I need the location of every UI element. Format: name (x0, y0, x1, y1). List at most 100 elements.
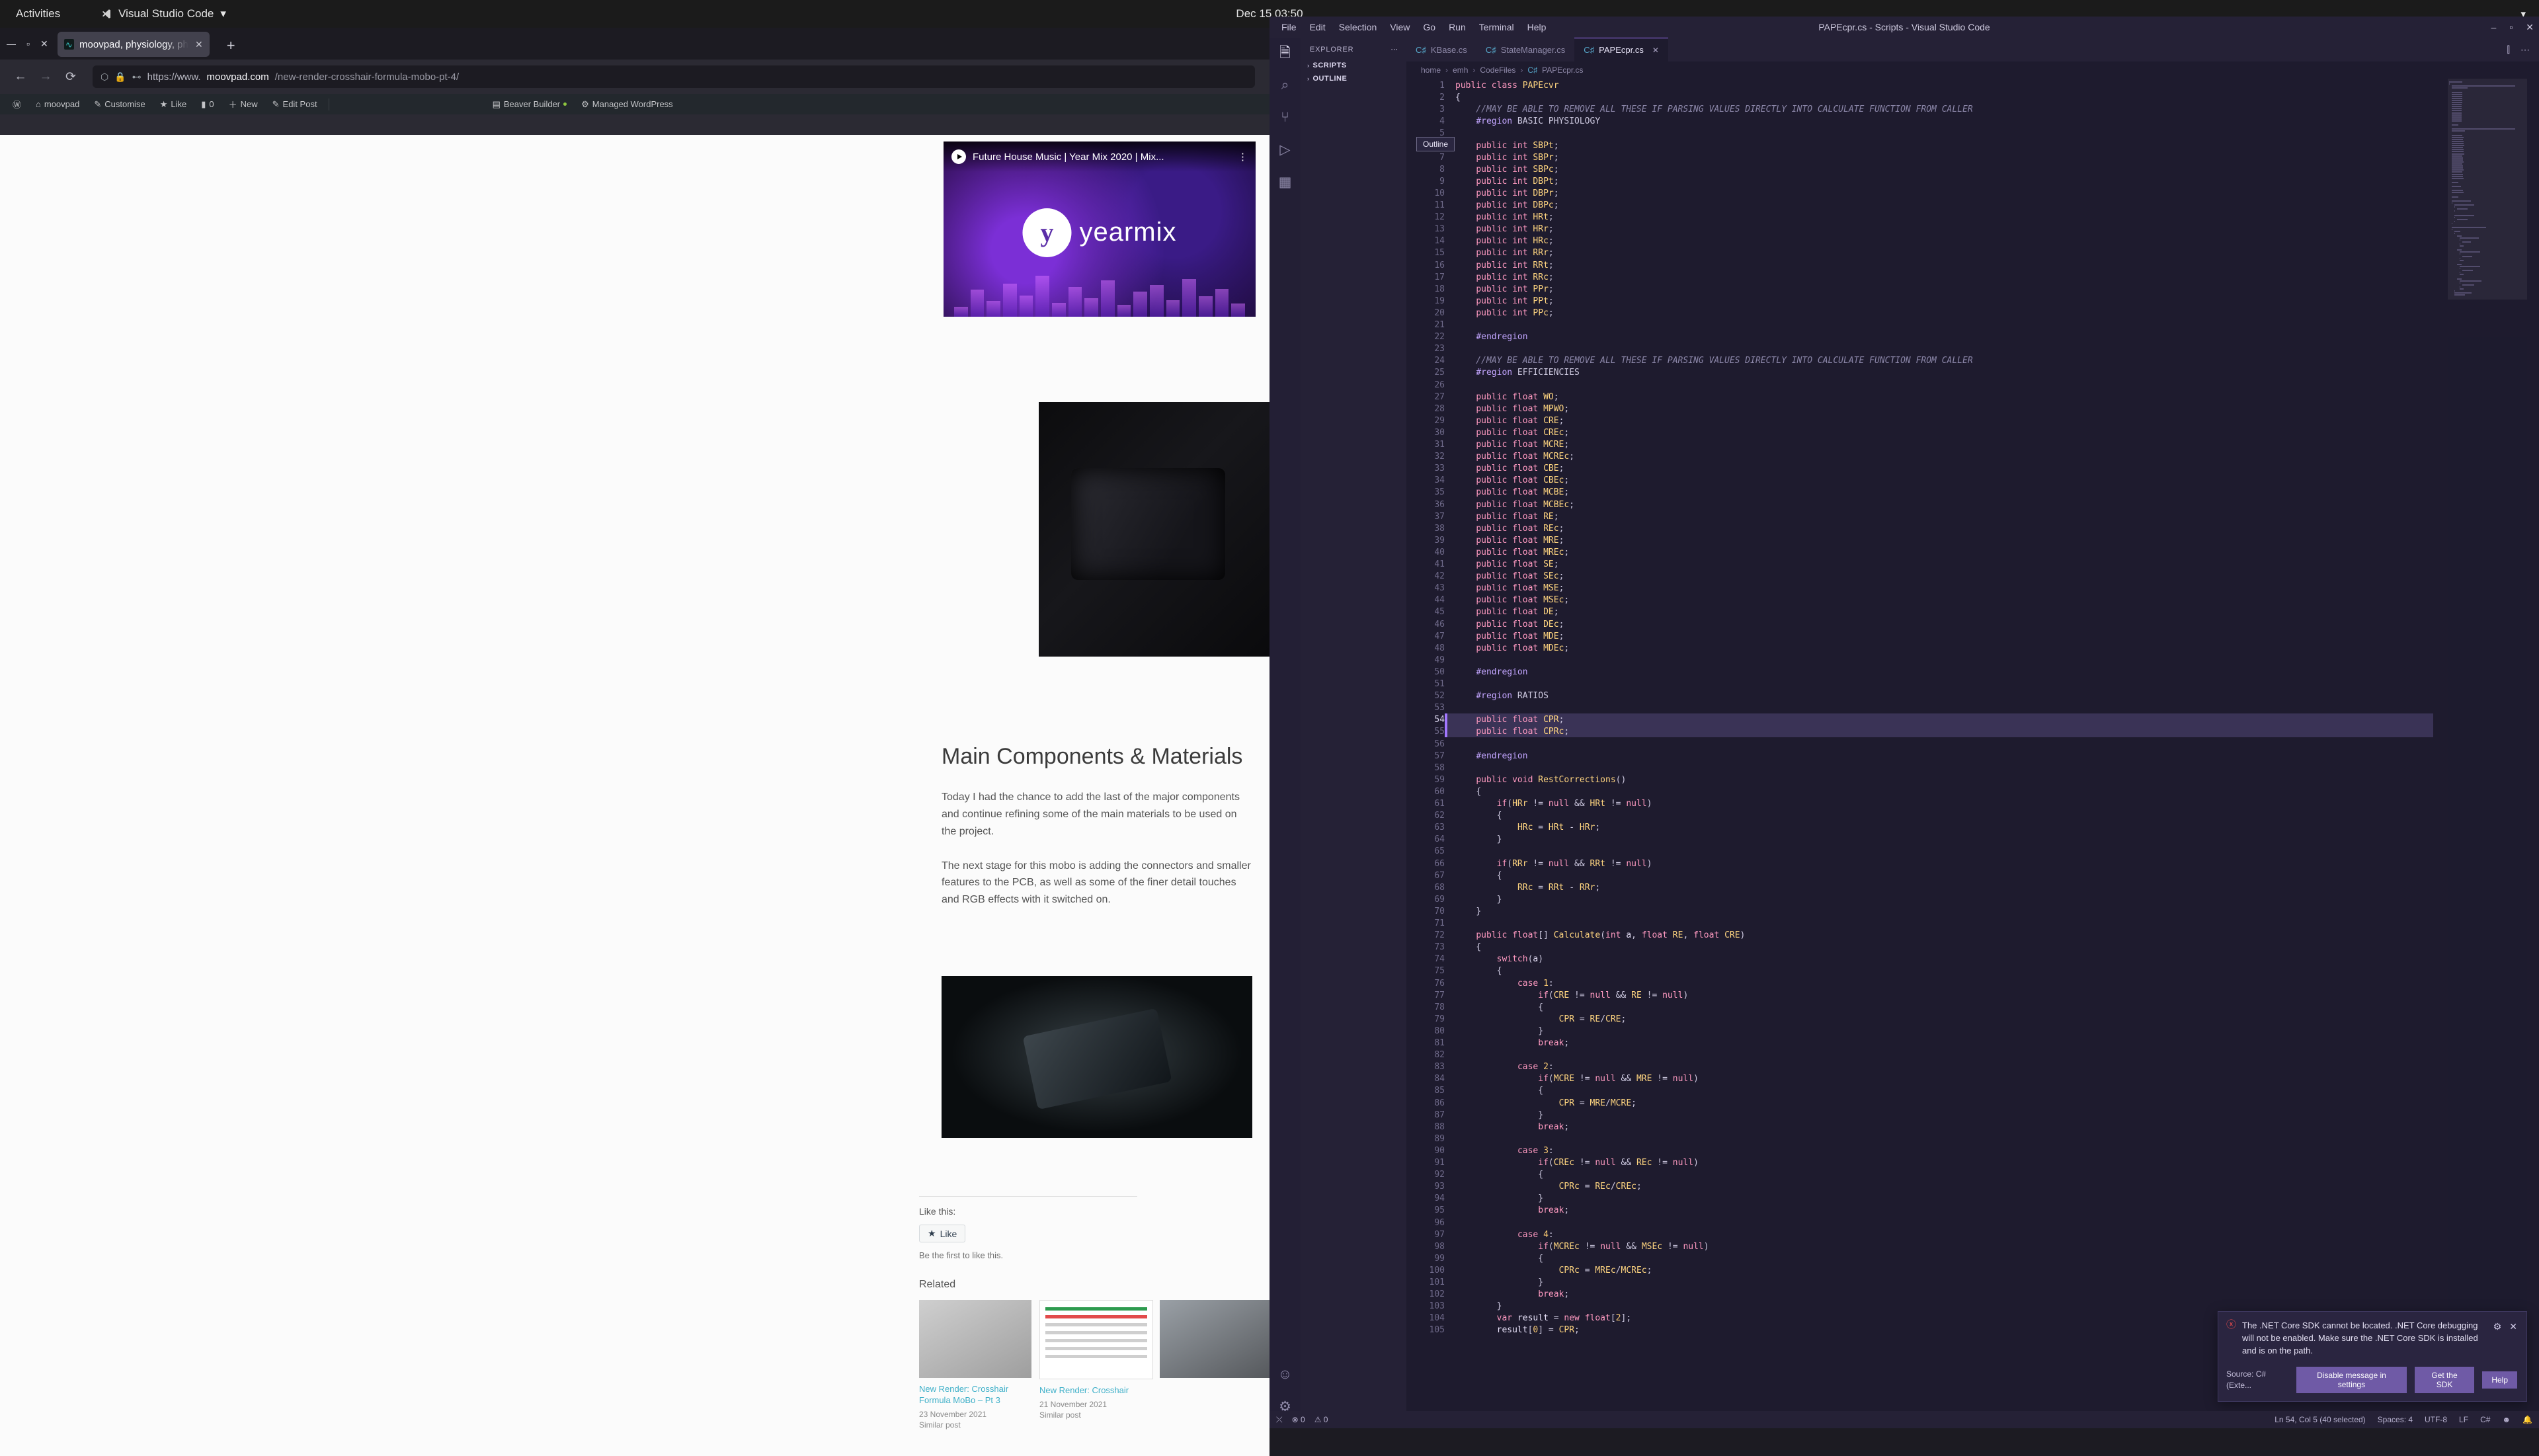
minimize-icon[interactable]: – (2491, 22, 2497, 33)
gear-icon[interactable]: ⚙ (2493, 1320, 2502, 1333)
vscode-window-title: PAPEcpr.cs - Scripts - Visual Studio Cod… (1818, 22, 1990, 32)
window-controls[interactable]: — ▫ ✕ (0, 28, 58, 60)
explorer-icon[interactable]: 🗎 (1279, 46, 1291, 60)
activities-button[interactable]: Activities (16, 7, 60, 20)
menu-selection[interactable]: Selection (1332, 20, 1384, 34)
sidebar-item-outline[interactable]: › OUTLINE (1301, 72, 1406, 85)
breadcrumb-file[interactable]: PAPEcpr.cs (1542, 65, 1583, 75)
related-card[interactable]: New Render: Crosshair 21 November 2021 S… (1039, 1300, 1153, 1430)
back-button[interactable]: ← (8, 64, 33, 89)
menu-view[interactable]: View (1383, 20, 1416, 34)
lock-icon[interactable]: 🔒 (114, 71, 126, 83)
help-button[interactable]: Help (2482, 1371, 2517, 1389)
reload-button[interactable]: ⟳ (58, 64, 83, 89)
minimize-icon[interactable]: — (7, 38, 16, 49)
close-icon[interactable]: ✕ (40, 38, 48, 50)
related-card-date: 21 November 2021 (1039, 1399, 1108, 1409)
menu-file[interactable]: File (1275, 20, 1303, 34)
smiley-icon[interactable]: ☻ (2502, 1415, 2511, 1424)
wp-edit-post-item[interactable]: ✎ Edit Post (265, 94, 325, 114)
line-ending[interactable]: LF (2459, 1415, 2468, 1424)
tab-kbase[interactable]: C♯ KBase.cs (1406, 38, 1476, 61)
more-vertical-icon[interactable]: ⋮ (1238, 151, 1248, 163)
menu-terminal[interactable]: Terminal (1472, 20, 1521, 34)
close-icon[interactable]: ✕ (2509, 1320, 2517, 1333)
bell-icon[interactable]: 🔔 (2522, 1415, 2532, 1424)
maximize-icon[interactable]: ▫ (26, 38, 30, 49)
wp-comments-item[interactable]: ▮ 0 (194, 94, 221, 114)
wp-managed-item[interactable]: ⚙ Managed WordPress (574, 94, 680, 114)
embedded-video[interactable]: y yearmix Future House Music | Year Mix … (944, 142, 1256, 317)
breadcrumb-home[interactable]: home (1421, 65, 1441, 75)
browser-tab-bar: — ▫ ✕ ∿ moovpad, physiology, phy ✕ + (0, 28, 1270, 60)
tab-papecpr[interactable]: C♯ PAPEcpr.cs ✕ (1574, 38, 1668, 61)
warning-icon[interactable]: ⚠ 0 (1314, 1415, 1328, 1424)
remote-icon[interactable]: ⤫ (1276, 1415, 1283, 1425)
tab-close-icon[interactable]: ✕ (1652, 46, 1659, 55)
menu-go[interactable]: Go (1416, 20, 1442, 34)
sidebar-item-scripts[interactable]: › SCRIPTS (1301, 59, 1406, 72)
vscode-menu-bar[interactable]: File Edit Selection View Go Run Terminal… (1275, 20, 1552, 34)
split-editor-icon[interactable]: ⫿ (2507, 44, 2510, 56)
youtube-play-icon[interactable] (951, 149, 966, 164)
wp-new-label: New (240, 99, 258, 109)
new-tab-button[interactable]: + (220, 34, 242, 57)
code-editor[interactable]: 1 public class PAPEcvr 2{3 //MAY BE ABLE T… (1406, 79, 2539, 1411)
run-debug-icon[interactable]: ▷ (1279, 143, 1290, 157)
menu-run[interactable]: Run (1442, 20, 1472, 34)
tab-close-icon[interactable]: ✕ (195, 39, 203, 50)
wp-new-item[interactable]: ＋ New (222, 94, 265, 114)
wp-customise-item[interactable]: ✎ Customise (87, 94, 152, 114)
shield-icon[interactable]: ⬡ (101, 71, 108, 83)
close-icon[interactable]: ✕ (2526, 22, 2534, 33)
browser-tab-active[interactable]: ∿ moovpad, physiology, phy ✕ (57, 32, 210, 57)
like-button[interactable]: ★ Like (919, 1225, 966, 1242)
disable-message-button[interactable]: Disable message in settings (2296, 1367, 2407, 1393)
wp-logo-item[interactable]: Ⓦ (5, 94, 28, 114)
video-title-bar[interactable]: Future House Music | Year Mix 2020 | Mix… (944, 142, 1256, 172)
tab-label: StateManager.cs (1500, 44, 1566, 55)
like-sub-label: Be the first to like this. (919, 1250, 1004, 1260)
explorer-sidebar: EXPLORER ⋯ › SCRIPTS › OUTLINE (1301, 38, 1406, 1428)
beaver-icon: ▤ (492, 99, 501, 109)
like-section-label: Like this: (919, 1206, 956, 1217)
breadcrumb-codefiles[interactable]: CodeFiles (1480, 65, 1515, 75)
accounts-icon[interactable]: ☺ (1278, 1367, 1292, 1381)
forward-button[interactable]: → (33, 64, 58, 89)
error-icon[interactable]: ⊗ 0 (1292, 1415, 1305, 1424)
notification-toast[interactable]: ⓧ The .NET Core SDK cannot be located. .… (2218, 1311, 2527, 1402)
menu-help[interactable]: Help (1521, 20, 1553, 34)
address-bar[interactable]: ⬡ 🔒 ⊷ https://www. moovpad.com/new-render… (93, 65, 1255, 88)
wp-like-item[interactable]: ★ Like (153, 94, 194, 114)
csharp-icon: C♯ (1416, 44, 1426, 55)
encoding[interactable]: UTF-8 (2425, 1415, 2447, 1424)
menu-edit[interactable]: Edit (1303, 20, 1332, 34)
related-card[interactable]: New Render: Crosshair Formula MoBo – Pt … (919, 1300, 1031, 1430)
browser-nav-bar: ← → ⟳ ⬡ 🔒 ⊷ https://www. moovpad.com/new-… (0, 60, 1270, 94)
related-card-title[interactable]: New Render: Crosshair (1039, 1385, 1152, 1396)
related-card[interactable] (1160, 1300, 1270, 1430)
more-actions-icon[interactable]: ⋯ (1390, 45, 1398, 54)
get-sdk-button[interactable]: Get the SDK (2414, 1367, 2475, 1393)
minimap[interactable] (2448, 79, 2527, 1411)
activity-bar: 🗎 ⌕ ⑂ ▷ ▦ ☺ ⚙ (1270, 38, 1301, 1428)
related-card-title[interactable]: New Render: Crosshair Formula MoBo – Pt … (919, 1384, 1031, 1406)
wp-site-item[interactable]: ⌂ moovpad (28, 94, 87, 114)
breadcrumb: home › emh › CodeFiles › C♯ PAPEcpr.cs (1406, 61, 2539, 79)
extensions-icon[interactable]: ▦ (1279, 175, 1292, 189)
wp-beaver-builder-item[interactable]: ▤ Beaver Builder (485, 94, 575, 114)
maximize-icon[interactable]: ▫ (2509, 22, 2513, 33)
indentation[interactable]: Spaces: 4 (2378, 1415, 2413, 1424)
cursor-position[interactable]: Ln 54, Col 5 (40 selected) (2275, 1415, 2365, 1424)
search-icon[interactable]: ⌕ (1281, 78, 1289, 92)
related-posts: Related New Render: Crosshair Formula Mo… (919, 1279, 1270, 1430)
language-mode[interactable]: C# (2480, 1415, 2490, 1424)
app-menu[interactable]: Visual Studio Code ▾ (101, 7, 226, 20)
tab-statemanager[interactable]: C♯ StateManager.cs (1476, 38, 1575, 61)
breadcrumb-emh[interactable]: emh (1453, 65, 1468, 75)
more-actions-icon[interactable]: ⋯ (2520, 44, 2530, 56)
wp-site-label: moovpad (44, 99, 80, 109)
source-control-icon[interactable]: ⑂ (1281, 110, 1289, 124)
vscode-window-controls[interactable]: – ▫ ✕ (2491, 22, 2534, 33)
permissions-icon[interactable]: ⊷ (132, 71, 141, 83)
